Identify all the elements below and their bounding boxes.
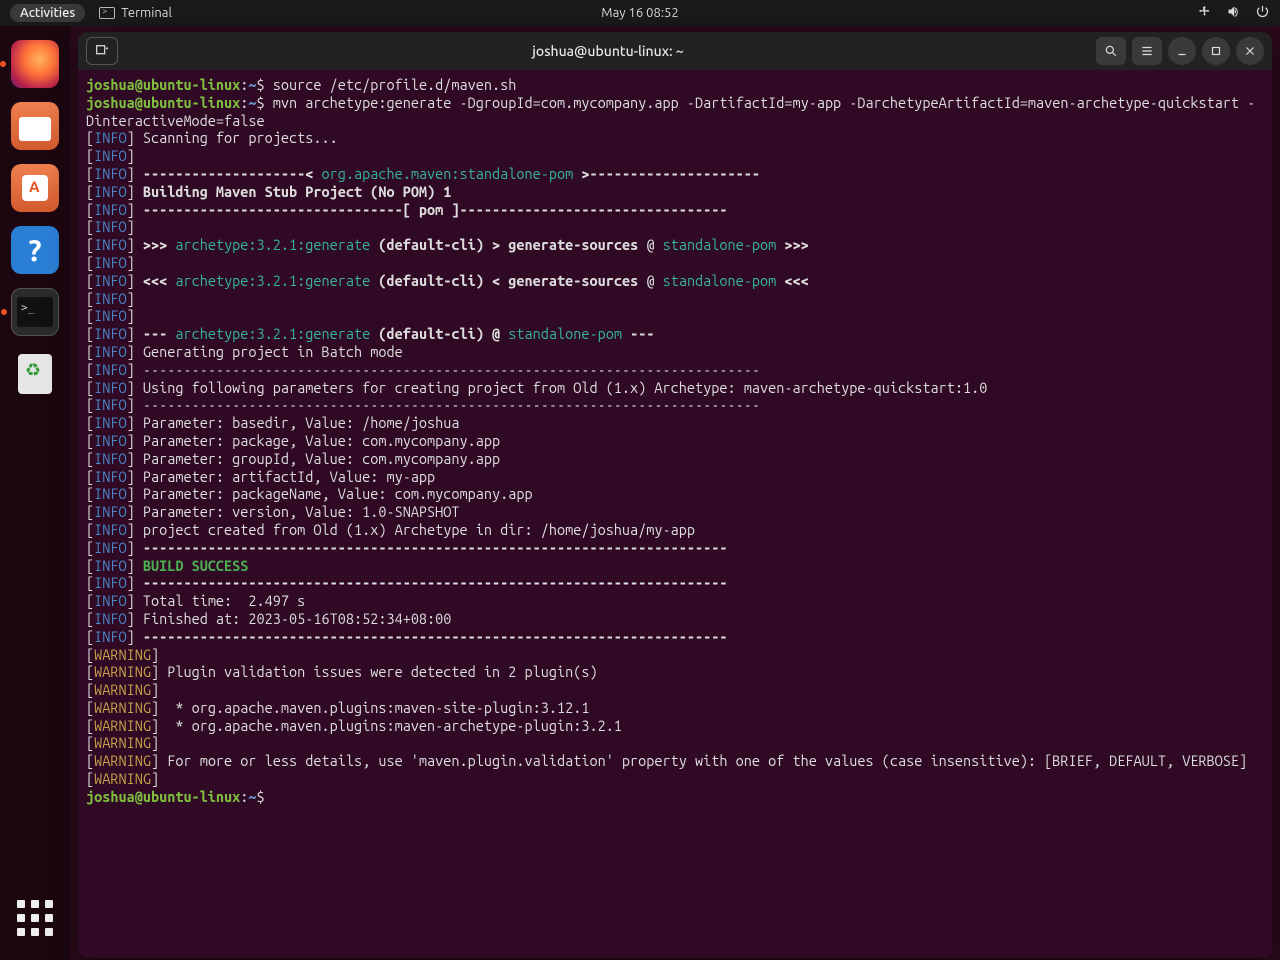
maximize-button[interactable] [1202, 37, 1230, 65]
new-tab-button[interactable] [86, 37, 118, 65]
search-button[interactable] [1096, 37, 1126, 65]
cursor[interactable] [265, 788, 273, 805]
dock-app-software[interactable] [11, 164, 59, 212]
topbar-clock[interactable]: May 16 08:52 [601, 6, 678, 20]
dock-app-help[interactable]: ? [11, 226, 59, 274]
dock-app-terminal[interactable] [11, 288, 59, 336]
ubuntu-dock: ? [0, 26, 70, 960]
window-title: joshua@ubuntu-linux: ~ [126, 43, 1090, 59]
minimize-button[interactable] [1168, 37, 1196, 65]
show-applications-button[interactable] [15, 898, 55, 938]
dock-app-trash[interactable] [11, 350, 59, 398]
prompt-userhost: joshua@ubuntu-linux [86, 76, 240, 93]
terminal-window: joshua@ubuntu-linux: ~ joshua@ubuntu-lin… [78, 32, 1272, 958]
gnome-topbar: Activities Terminal May 16 08:52 [0, 0, 1280, 26]
activities-button[interactable]: Activities [10, 4, 85, 22]
dock-app-files[interactable] [11, 102, 59, 150]
build-success: BUILD SUCCESS [135, 557, 249, 574]
topbar-app-indicator[interactable]: Terminal [99, 6, 172, 20]
terminal-mini-icon [99, 7, 115, 19]
terminal-output[interactable]: joshua@ubuntu-linux:~$ source /etc/profi… [78, 70, 1272, 958]
power-icon[interactable] [1255, 4, 1270, 22]
volume-icon[interactable] [1226, 4, 1241, 22]
close-button[interactable] [1236, 37, 1264, 65]
window-titlebar[interactable]: joshua@ubuntu-linux: ~ [78, 32, 1272, 70]
network-icon[interactable] [1197, 4, 1212, 22]
command-1: source /etc/profile.d/maven.sh [273, 76, 517, 93]
dock-app-firefox[interactable] [11, 40, 59, 88]
hamburger-menu-button[interactable] [1132, 37, 1162, 65]
topbar-app-label: Terminal [121, 6, 172, 20]
